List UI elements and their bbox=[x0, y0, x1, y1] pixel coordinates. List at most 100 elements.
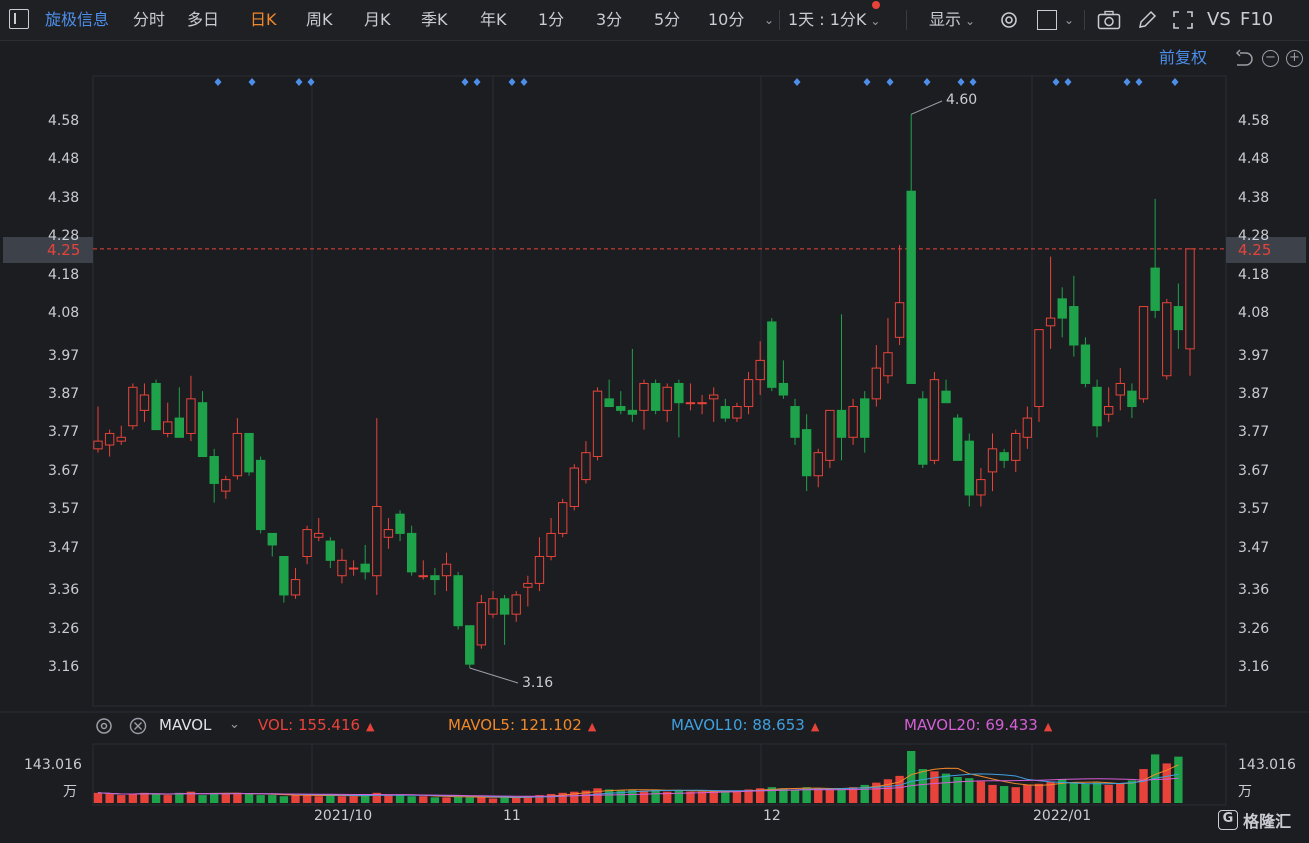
candle-down bbox=[1092, 386, 1102, 427]
event-marker-diamond-icon bbox=[248, 78, 256, 86]
volume-bar bbox=[1174, 756, 1183, 803]
price-tick-label: 3.97 bbox=[1238, 347, 1270, 364]
volume-unit-right: 万 bbox=[1238, 784, 1252, 800]
volume-bar bbox=[384, 795, 393, 803]
mavol20-number: 69.433 bbox=[985, 716, 1038, 734]
price-tick-label: 3.36 bbox=[1238, 582, 1270, 599]
candle-up bbox=[1162, 302, 1172, 377]
price-tick-label: 3.26 bbox=[1238, 620, 1270, 637]
candle-down bbox=[627, 409, 638, 415]
candle-down bbox=[941, 390, 951, 404]
volume-bar bbox=[244, 793, 254, 803]
candle-down bbox=[918, 398, 928, 465]
price-tick-label: 3.16 bbox=[1238, 659, 1270, 675]
candle-down bbox=[790, 406, 800, 438]
volume-bar bbox=[151, 793, 161, 803]
candle-up bbox=[1022, 417, 1033, 438]
mavol5-value: MAVOL5: 121.102 ▲ bbox=[448, 712, 596, 740]
volume-bar bbox=[302, 795, 312, 803]
indicator-chevron-icon[interactable]: ⌄ bbox=[229, 712, 240, 738]
candle-down bbox=[1127, 390, 1137, 408]
candle-up bbox=[825, 409, 835, 461]
price-tick-label: 4.58 bbox=[48, 113, 80, 129]
candle-up bbox=[232, 432, 243, 477]
volume-bar bbox=[326, 795, 335, 803]
mavol5-label: MAVOL5: bbox=[448, 716, 516, 734]
event-marker-diamond-icon bbox=[508, 78, 516, 86]
volume-bar bbox=[1011, 787, 1020, 803]
volume-bar bbox=[825, 789, 835, 803]
mavol5-number: 121.102 bbox=[519, 716, 582, 734]
low-price-label: 3.16 bbox=[522, 675, 554, 691]
volume-bar bbox=[639, 790, 649, 803]
up-arrow-icon: ▲ bbox=[366, 720, 375, 733]
event-marker-diamond-icon bbox=[461, 78, 469, 86]
candle-up bbox=[418, 575, 428, 578]
candle-down bbox=[279, 555, 289, 596]
volume-bar bbox=[407, 796, 416, 803]
candle-up bbox=[813, 452, 823, 477]
price-tick-label: 3.36 bbox=[48, 582, 80, 599]
price-tick-label: 3.67 bbox=[1238, 462, 1270, 479]
candle-up bbox=[1103, 406, 1114, 415]
watermark-icon: G bbox=[1218, 810, 1238, 830]
candle-down bbox=[325, 540, 336, 561]
volume-bar bbox=[279, 796, 289, 803]
volume-bar bbox=[1104, 784, 1113, 803]
volume-unit-left: 万 bbox=[63, 784, 77, 800]
event-marker-diamond-icon bbox=[520, 78, 528, 86]
candle-down bbox=[406, 532, 417, 573]
price-tick-label: 3.57 bbox=[48, 501, 80, 518]
candle-up bbox=[894, 302, 905, 338]
indicator-settings-icon[interactable] bbox=[94, 716, 114, 736]
volume-bar bbox=[337, 796, 347, 803]
indicator-close-icon[interactable] bbox=[128, 716, 148, 736]
candle-up bbox=[93, 440, 103, 450]
candle-up bbox=[488, 598, 498, 615]
candle-up bbox=[163, 421, 173, 434]
volume-bar bbox=[674, 790, 684, 803]
candle-up bbox=[314, 532, 324, 538]
volume-bar bbox=[163, 795, 172, 803]
price-tick-label: 3.97 bbox=[48, 347, 80, 364]
volume-bar bbox=[941, 773, 951, 803]
event-marker-diamond-icon bbox=[1052, 78, 1060, 86]
price-tick-label: 3.57 bbox=[1238, 501, 1270, 518]
volume-bar bbox=[1081, 783, 1090, 803]
candle-down bbox=[1150, 267, 1160, 311]
candle-down bbox=[255, 459, 266, 531]
candle-down bbox=[267, 532, 277, 546]
volume-bar bbox=[93, 792, 103, 803]
price-tick-label: 3.47 bbox=[48, 539, 80, 556]
volume-bar bbox=[209, 792, 219, 803]
volume-bar bbox=[697, 791, 707, 803]
volume-bar bbox=[419, 796, 428, 803]
volume-bar bbox=[221, 793, 230, 803]
candle-up bbox=[557, 502, 568, 534]
volume-bar bbox=[477, 797, 486, 803]
candle-up bbox=[186, 398, 196, 434]
up-arrow-icon: ▲ bbox=[587, 720, 597, 733]
candle-up bbox=[383, 529, 394, 538]
volume-bar bbox=[651, 789, 660, 803]
vol-label: VOL: bbox=[258, 716, 294, 734]
volume-bar bbox=[430, 797, 440, 803]
volume-bar bbox=[465, 797, 474, 803]
volume-bar bbox=[1023, 784, 1032, 803]
volume-bar bbox=[512, 797, 521, 803]
candle-up bbox=[476, 602, 487, 646]
price-tick-label: 4.38 bbox=[1238, 189, 1270, 206]
candle-down bbox=[720, 406, 731, 419]
candle-down bbox=[952, 417, 963, 461]
volume-bar bbox=[314, 796, 323, 803]
indicator-name[interactable]: MAVOL bbox=[159, 712, 211, 738]
vol-number: 155.416 bbox=[298, 716, 361, 734]
event-marker-diamond-icon bbox=[295, 78, 303, 86]
volume-bar bbox=[721, 791, 730, 803]
candle-up bbox=[1011, 432, 1021, 461]
event-marker-diamond-icon bbox=[1123, 78, 1131, 86]
volume-bar bbox=[732, 790, 742, 803]
candle-down bbox=[453, 575, 463, 627]
date-label: 12 bbox=[763, 808, 781, 824]
price-tick-label: 4.08 bbox=[48, 305, 80, 322]
